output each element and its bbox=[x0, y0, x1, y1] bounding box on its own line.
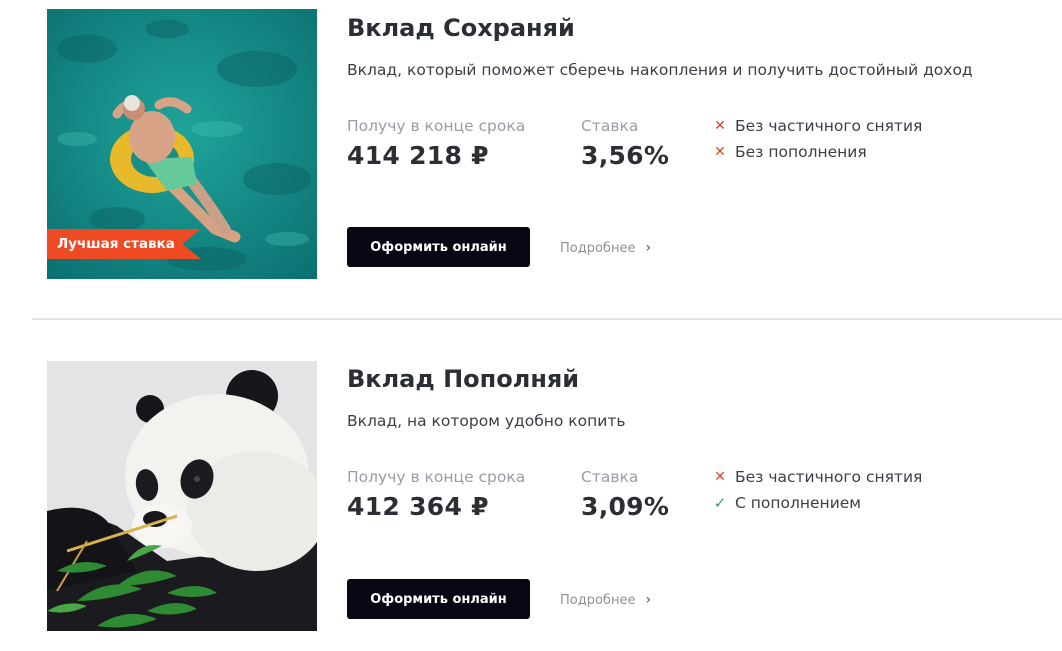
card-divider bbox=[32, 318, 1062, 320]
feature-no-partial-withdrawal: ✕ Без частичного снятия bbox=[712, 468, 922, 486]
more-details-link[interactable]: Подробнее › bbox=[560, 592, 651, 608]
cross-icon: ✕ bbox=[714, 144, 726, 160]
more-details-label: Подробнее bbox=[560, 241, 636, 256]
feature-text: Без частичного снятия bbox=[735, 468, 923, 486]
check-icon: ✓ bbox=[713, 494, 727, 512]
deposit-subtitle: Вклад, на котором удобно копить bbox=[347, 412, 626, 430]
feature-no-top-up: ✕ Без пополнения bbox=[712, 143, 867, 161]
deposit-photo-panda[interactable] bbox=[47, 361, 317, 631]
cross-icon: ✕ bbox=[714, 469, 726, 485]
deposit-card-save: Лучшая ставка Вклад Сохраняй Вклад, кото… bbox=[0, 0, 1062, 300]
deposit-subtitle: Вклад, который поможет сберечь накоплени… bbox=[347, 61, 973, 79]
feature-with-top-up: ✓ С пополнением bbox=[712, 494, 861, 512]
feature-text: Без пополнения bbox=[735, 143, 867, 161]
chevron-right-icon: › bbox=[645, 592, 652, 608]
rate-value: 3,09% bbox=[581, 492, 670, 521]
more-details-link[interactable]: Подробнее › bbox=[560, 240, 651, 256]
payout-value: 414 218 ₽ bbox=[347, 141, 489, 170]
payout-label: Получу в конце срока bbox=[347, 468, 526, 486]
best-rate-badge: Лучшая ставка bbox=[47, 229, 201, 259]
feature-text: С пополнением bbox=[735, 494, 861, 512]
payout-value: 412 364 ₽ bbox=[347, 492, 489, 521]
cross-icon: ✕ bbox=[714, 118, 726, 134]
apply-online-button[interactable]: Оформить онлайн bbox=[347, 579, 530, 619]
apply-online-button[interactable]: Оформить онлайн bbox=[347, 227, 530, 267]
rate-value: 3,56% bbox=[581, 141, 670, 170]
feature-no-partial-withdrawal: ✕ Без частичного снятия bbox=[712, 117, 922, 135]
payout-label: Получу в конце срока bbox=[347, 117, 526, 135]
chevron-right-icon: › bbox=[645, 240, 652, 256]
more-details-label: Подробнее bbox=[560, 593, 636, 608]
deposit-card-top-up: Вклад Пополняй Вклад, на котором удобно … bbox=[0, 351, 1062, 651]
panda-illustration bbox=[47, 361, 317, 631]
deposit-title[interactable]: Вклад Сохраняй bbox=[347, 14, 575, 42]
deposit-title[interactable]: Вклад Пополняй bbox=[347, 365, 579, 393]
feature-text: Без частичного снятия bbox=[735, 117, 923, 135]
deposit-photo-swimmer[interactable]: Лучшая ставка bbox=[47, 9, 317, 279]
rate-label: Ставка bbox=[581, 117, 639, 135]
rate-label: Ставка bbox=[581, 468, 639, 486]
